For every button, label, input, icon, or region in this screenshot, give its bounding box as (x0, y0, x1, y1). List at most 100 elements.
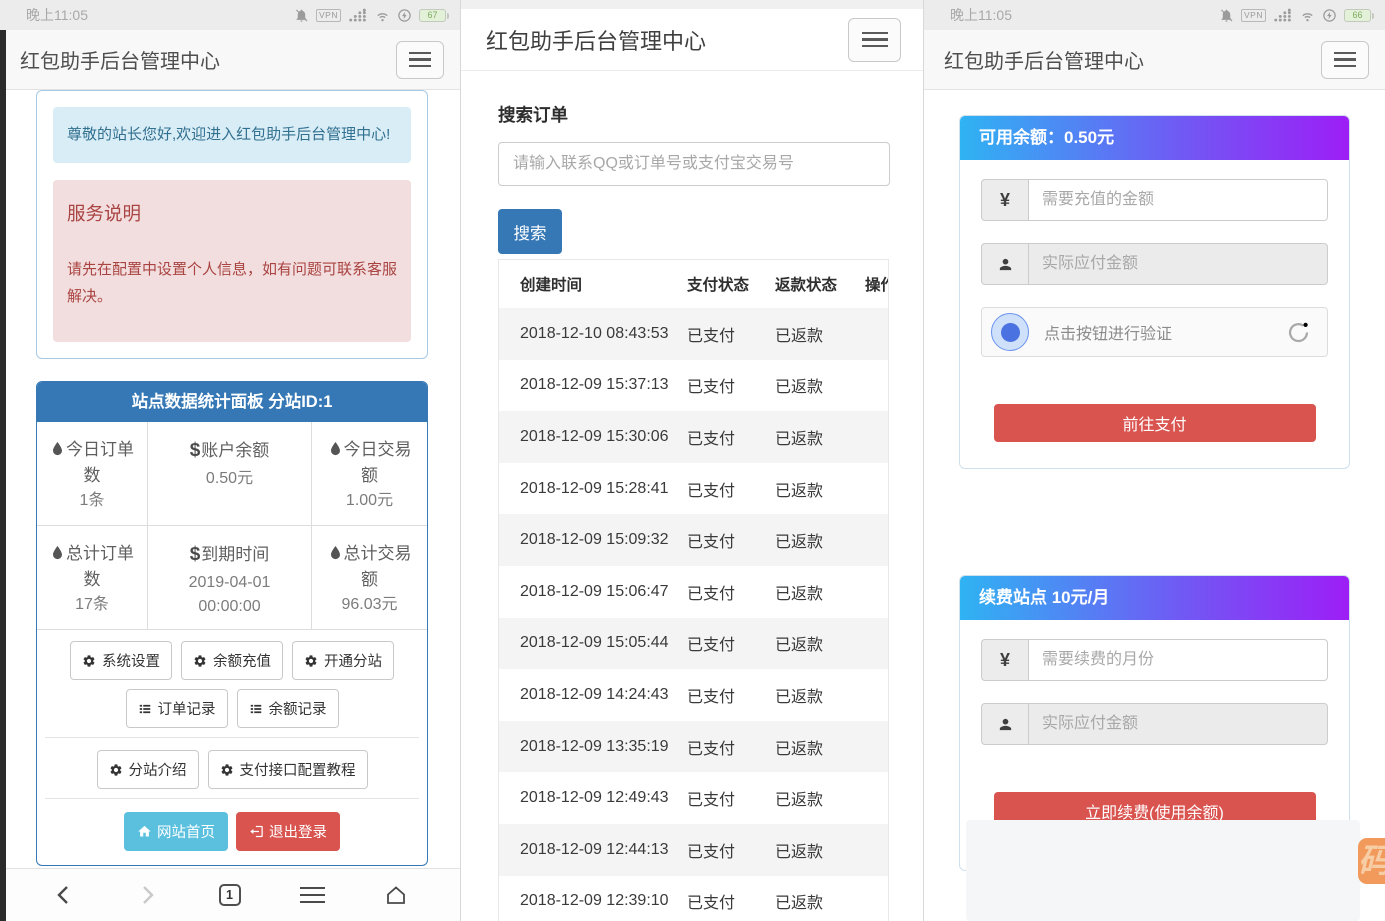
service-alert: 服务说明 请先在配置中设置个人信息，如有问题可联系客服解决。 (53, 180, 411, 342)
table-row: 2018-12-09 15:30:06已支付已返款 (499, 411, 888, 463)
payable-amount-group (981, 243, 1328, 285)
welcome-card: 尊敬的站长您好,欢迎进入红包助手后台管理中心! 服务说明 请先在配置中设置个人信… (36, 90, 428, 359)
dollar-icon: $ (190, 544, 201, 565)
wifi-icon (1300, 8, 1315, 23)
battery-saver-icon (1322, 8, 1337, 23)
page-title: 红包助手后台管理中心 (20, 45, 220, 74)
person-icon (981, 703, 1028, 745)
app-header: 红包助手后台管理中心 (461, 9, 923, 71)
gear-icon (304, 654, 318, 668)
dollar-icon: $ (190, 440, 201, 461)
stat-value: 0.50元 (161, 467, 298, 491)
table-row: 2018-12-09 15:05:44已支付已返款 (499, 618, 888, 670)
captcha-text: 点击按钮进行验证 (1044, 320, 1285, 344)
drop-icon (328, 545, 343, 560)
payment-api-tutorial-button[interactable]: 支付接口配置教程 (208, 750, 368, 789)
renew-months-group: ¥ (981, 639, 1328, 681)
stat-value: 1条 (50, 489, 134, 513)
stat-value: 96.03元 (325, 593, 414, 617)
payable-amount-input[interactable] (1028, 243, 1328, 285)
table-row: 2018-12-09 15:28:41已支付已返款 (499, 463, 888, 515)
status-icons: VPN 66 (1219, 8, 1371, 23)
vpn-badge: VPN (316, 9, 341, 22)
renew-payable-group (981, 703, 1328, 745)
stat-cell: 总计交易额 96.03元 (312, 526, 427, 630)
status-time: 晚上11:05 (950, 5, 1012, 25)
order-records-button[interactable]: 订单记录 (126, 689, 228, 728)
order-search-input[interactable] (498, 142, 890, 186)
watermark-badge: 码 (1358, 838, 1385, 884)
table-row: 2018-12-10 08:43:53已支付已返款 (499, 308, 888, 360)
renew-payable-input[interactable] (1028, 703, 1328, 745)
vpn-badge: VPN (1241, 9, 1266, 22)
hamburger-menu-button[interactable] (848, 18, 901, 62)
status-bar: 晚上11:05 VPN 67 (0, 0, 460, 30)
screen-dashboard: 晚上11:05 VPN 67 红包助手后台管理中心 尊敬的站长您好,欢迎进入红包… (0, 0, 460, 921)
stats-buttons: 系统设置 余额充值 开通分站 订单记录 余额记录 分站介绍 支付接口配置教程 网… (37, 630, 427, 865)
hamburger-menu-button[interactable] (396, 41, 444, 79)
drop-icon (50, 441, 65, 456)
bell-muted-icon (1219, 8, 1234, 23)
substation-intro-button[interactable]: 分站介绍 (97, 750, 199, 789)
stat-value: 1.00元 (325, 489, 414, 513)
table-row: 2018-12-09 15:06:47已支付已返款 (499, 566, 888, 618)
sign-out-icon (249, 824, 264, 839)
browser-menu-button[interactable] (300, 887, 325, 904)
recharge-balance-button[interactable]: 余额充值 (181, 641, 283, 680)
table-row: 2018-12-09 14:24:43已支付已返款 (499, 669, 888, 721)
home-icon (137, 824, 152, 839)
screen-order-search: 红包助手后台管理中心 搜索订单 搜索 创建时间 支付状态 返款状态 操作 201… (460, 0, 923, 921)
yen-icon: ¥ (981, 639, 1028, 681)
signal-icon (1273, 8, 1293, 23)
table-header: 创建时间 支付状态 返款状态 操作 (499, 260, 888, 308)
go-to-pay-button[interactable]: 前往支付 (994, 404, 1316, 442)
table-row: 2018-12-09 12:49:43已支付已返款 (499, 772, 888, 824)
gear-icon (109, 763, 123, 777)
hamburger-menu-button[interactable] (1321, 41, 1369, 79)
forward-button[interactable] (135, 883, 159, 907)
stat-cell: 今日订单数 1条 (37, 422, 148, 526)
welcome-alert: 尊敬的站长您好,欢迎进入红包助手后台管理中心! (53, 107, 411, 163)
drop-icon (50, 545, 65, 560)
service-alert-title: 服务说明 (67, 200, 397, 226)
status-time: 晚上11:05 (26, 5, 88, 25)
screen-recharge: 晚上11:05 VPN 66 红包助手后台管理中心 可用余额：0.50元 ¥ (923, 0, 1385, 921)
table-row: 2018-12-09 15:37:13已支付已返款 (499, 360, 888, 412)
available-balance-header: 可用余额：0.50元 (960, 116, 1349, 160)
captcha-widget: 点击按钮进行验证 (981, 307, 1328, 357)
stat-value: 17条 (50, 593, 134, 617)
wifi-icon (375, 8, 390, 23)
open-substation-button[interactable]: 开通分站 (292, 641, 394, 680)
renew-months-input[interactable] (1028, 639, 1328, 681)
logout-button[interactable]: 退出登录 (236, 812, 340, 851)
gear-icon (220, 763, 234, 777)
stats-grid: 今日订单数 1条 $账户余额 0.50元 今日交易额 1.00元 总计订单数 1… (37, 422, 427, 630)
stat-cell: 总计订单数 17条 (37, 526, 148, 630)
system-settings-button[interactable]: 系统设置 (70, 641, 172, 680)
blank-overlay-box (966, 820, 1360, 921)
home-button[interactable] (384, 883, 408, 907)
stat-cell: $到期时间 2019-04-01 00:00:00 (148, 526, 312, 630)
stats-panel-title: 站点数据统计面板 分站ID:1 (37, 382, 427, 422)
bell-muted-icon (294, 8, 309, 23)
recharge-amount-input[interactable] (1028, 179, 1328, 221)
table-row: 2018-12-09 15:09:32已支付已返款 (499, 514, 888, 566)
balance-records-button[interactable]: 余额记录 (237, 689, 339, 728)
screenshot-edge (0, 30, 6, 921)
tabs-button[interactable]: 1 (219, 884, 241, 906)
captcha-refresh-icon[interactable] (1285, 319, 1312, 346)
site-home-button[interactable]: 网站首页 (124, 812, 228, 851)
recharge-amount-group: ¥ (981, 179, 1328, 221)
service-alert-body: 请先在配置中设置个人信息，如有问题可联系客服解决。 (67, 256, 397, 310)
yen-icon: ¥ (981, 179, 1028, 221)
search-orders-title: 搜索订单 (498, 102, 923, 127)
table-row: 2018-12-09 12:44:13已支付已返款 (499, 824, 888, 876)
back-button[interactable] (52, 883, 76, 907)
stat-cell: 今日交易额 1.00元 (312, 422, 427, 526)
captcha-verify-button[interactable] (991, 313, 1029, 351)
table-row: 2018-12-09 13:35:19已支付已返款 (499, 721, 888, 773)
search-button[interactable]: 搜索 (498, 209, 562, 254)
gear-icon (82, 654, 96, 668)
stat-value: 2019-04-01 00:00:00 (161, 571, 298, 619)
list-icon (249, 702, 263, 716)
